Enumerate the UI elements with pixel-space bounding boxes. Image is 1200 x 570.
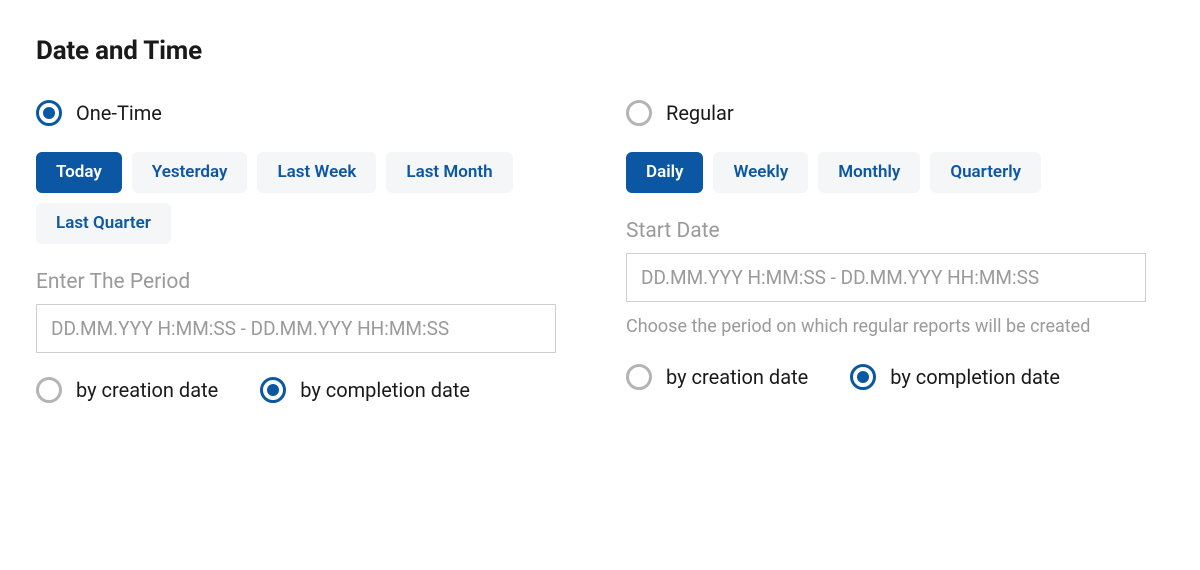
period-label: Enter The Period [36,270,556,294]
by-creation-radio-right[interactable] [626,364,652,390]
chip-quarterly[interactable]: Quarterly [930,152,1041,193]
period-input[interactable] [36,304,556,353]
regular-radio-row[interactable]: Regular [626,100,1146,126]
by-creation-cluster-right[interactable]: by creation date [626,364,808,390]
regular-radio-label: Regular [666,103,734,123]
by-completion-label-left: by completion date [300,378,470,402]
by-completion-label-right: by completion date [890,365,1060,389]
by-completion-radio-left[interactable] [260,377,286,403]
by-completion-radio-right[interactable] [850,364,876,390]
chip-last-month[interactable]: Last Month [386,152,512,193]
one-time-radio[interactable] [36,100,62,126]
chip-last-quarter[interactable]: Last Quarter [36,203,171,244]
by-creation-cluster-left[interactable]: by creation date [36,377,218,403]
columns: One-Time Today Yesterday Last Week Last … [36,100,1164,403]
page-title: Date and Time [36,36,1164,66]
by-creation-label-right: by creation date [666,365,808,389]
one-time-chips: Today Yesterday Last Week Last Month Las… [36,152,556,244]
start-date-hint: Choose the period on which regular repor… [626,314,1146,340]
chip-yesterday[interactable]: Yesterday [132,152,248,193]
regular-column: Regular Daily Weekly Monthly Quarterly S… [626,100,1146,403]
one-time-date-filter-row: by creation date by completion date [36,377,556,403]
one-time-column: One-Time Today Yesterday Last Week Last … [36,100,556,403]
regular-radio[interactable] [626,100,652,126]
by-creation-radio-left[interactable] [36,377,62,403]
regular-chips: Daily Weekly Monthly Quarterly [626,152,1146,193]
one-time-radio-row[interactable]: One-Time [36,100,556,126]
regular-date-filter-row: by creation date by completion date [626,364,1146,390]
start-date-label: Start Date [626,219,1146,243]
chip-weekly[interactable]: Weekly [713,152,808,193]
by-completion-cluster-left[interactable]: by completion date [260,377,470,403]
start-date-input[interactable] [626,253,1146,302]
chip-monthly[interactable]: Monthly [818,152,920,193]
by-creation-label-left: by creation date [76,378,218,402]
chip-last-week[interactable]: Last Week [257,152,376,193]
chip-daily[interactable]: Daily [626,152,703,193]
one-time-radio-label: One-Time [76,103,162,123]
by-completion-cluster-right[interactable]: by completion date [850,364,1060,390]
chip-today[interactable]: Today [36,152,122,193]
